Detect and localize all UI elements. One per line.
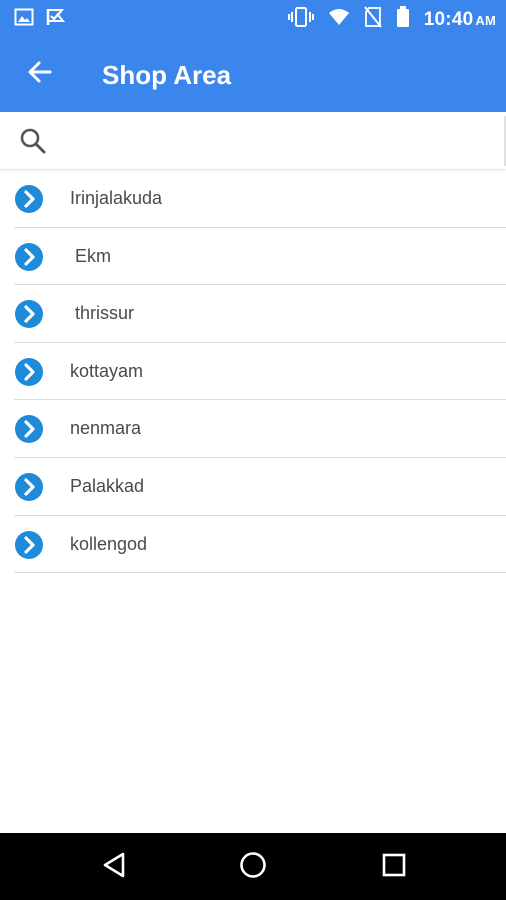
no-sim-icon [363,6,382,33]
divider [14,572,506,574]
home-circle-icon [238,850,268,885]
check-flag-icon [46,7,68,32]
search-icon[interactable] [18,126,48,156]
chevron-right-icon [14,472,44,502]
area-name: nenmara [70,418,142,439]
nav-recents-button[interactable] [378,851,410,883]
back-button[interactable] [22,56,58,92]
wifi-icon [328,7,350,32]
list-item[interactable]: nenmara [0,400,506,458]
status-left-icons [14,7,68,32]
toolbar: Shop Area [0,40,506,112]
search-input[interactable] [60,122,490,160]
list-item[interactable]: kollengod [0,516,506,574]
chevron-right-icon [14,299,44,329]
screen: 10:40 AM Shop Area Irinjalakuda Ekm thri… [0,0,506,900]
status-right: 10:40 AM [287,6,496,33]
status-time: 10:40 AM [423,8,496,30]
system-nav-bar [0,833,506,900]
list-item[interactable]: Ekm [0,228,506,286]
page-title: Shop Area [102,60,232,90]
area-name: kollengod [70,533,148,554]
recents-square-icon [381,852,407,883]
area-name: Irinjalakuda [70,188,163,208]
chevron-right-icon [14,414,44,444]
search-bar [0,112,506,170]
area-name: Palakkad [70,475,145,496]
nav-back-button[interactable] [98,851,130,883]
list-item[interactable]: kottayam [0,343,506,401]
chevron-right-icon [14,184,44,214]
app-bar: 10:40 AM Shop Area [0,0,506,112]
list-item[interactable]: thrissur [0,285,506,343]
area-name: Ekm [70,245,112,266]
chevron-right-icon [14,242,44,272]
chevron-right-icon [14,357,44,387]
area-list: Irinjalakuda Ekm thrissur kottayam nenma… [0,170,506,574]
status-bar: 10:40 AM [0,0,506,36]
nav-home-button[interactable] [237,851,269,883]
arrow-left-icon [26,58,54,91]
image-icon [14,7,34,32]
chevron-right-icon [14,530,44,560]
list-item[interactable]: Palakkad [0,458,506,516]
back-triangle-icon [101,851,127,884]
area-name: kottayam [70,360,144,381]
battery-icon [396,6,410,33]
list-item[interactable]: Irinjalakuda [0,170,506,228]
area-name: thrissur [70,303,135,324]
vibrate-icon [287,6,314,33]
